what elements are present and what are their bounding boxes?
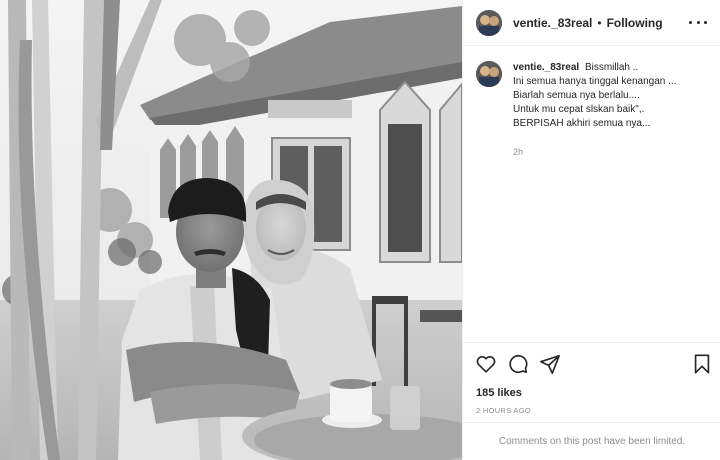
bookmark-icon[interactable] — [691, 353, 713, 375]
instagram-post: ventie._83real • Following ventie._83rea… — [0, 0, 720, 460]
caption-body: ventie._83real Bissmillah .. Ini semua h… — [513, 61, 709, 157]
action-bar — [475, 353, 713, 377]
caption-timestamp[interactable]: 2h — [513, 147, 709, 157]
post-actions-section: 185 likes 2 HOURS AGO — [463, 342, 720, 422]
share-icon[interactable] — [539, 353, 561, 375]
post-photo-image — [0, 0, 462, 460]
more-dot — [689, 20, 692, 24]
caption-text: Untuk mu cepat slskan baik",. — [513, 104, 645, 115]
more-dot — [704, 20, 707, 24]
caption-username[interactable]: ventie._83real — [513, 62, 579, 73]
more-dots-icon[interactable] — [689, 15, 707, 29]
caption-avatar[interactable] — [476, 61, 502, 87]
likes-count[interactable]: 185 likes — [476, 387, 522, 399]
caption-text: Biarlah semua nya berlalu.... — [513, 90, 640, 101]
avatar[interactable] — [476, 9, 502, 36]
avatar-image — [476, 61, 502, 87]
more-dot — [696, 20, 700, 24]
heart-icon[interactable] — [475, 353, 497, 375]
following-button[interactable]: Following — [607, 16, 663, 30]
post-header: ventie._83real • Following — [463, 0, 720, 46]
post-caption: ventie._83real Bissmillah .. Ini semua h… — [476, 61, 712, 157]
avatar-image — [476, 9, 502, 36]
caption-text: BERPISAH akhiri semua nya... — [513, 118, 651, 129]
comments-limited-notice: Comments on this post have been limited. — [463, 422, 720, 460]
post-author-username[interactable]: ventie._83real — [513, 16, 592, 30]
post-photo[interactable] — [0, 0, 462, 460]
post-timestamp[interactable]: 2 HOURS AGO — [476, 406, 531, 415]
header-separator: • — [597, 15, 602, 30]
caption-text: Ini semua hanya tinggal kenangan ... — [513, 76, 677, 87]
caption-line: ventie._83real Bissmillah .. — [513, 61, 709, 75]
post-side-panel: ventie._83real • Following ventie._83rea… — [462, 0, 720, 460]
caption-text: Bissmillah .. — [584, 62, 639, 73]
comment-icon[interactable] — [507, 353, 529, 375]
